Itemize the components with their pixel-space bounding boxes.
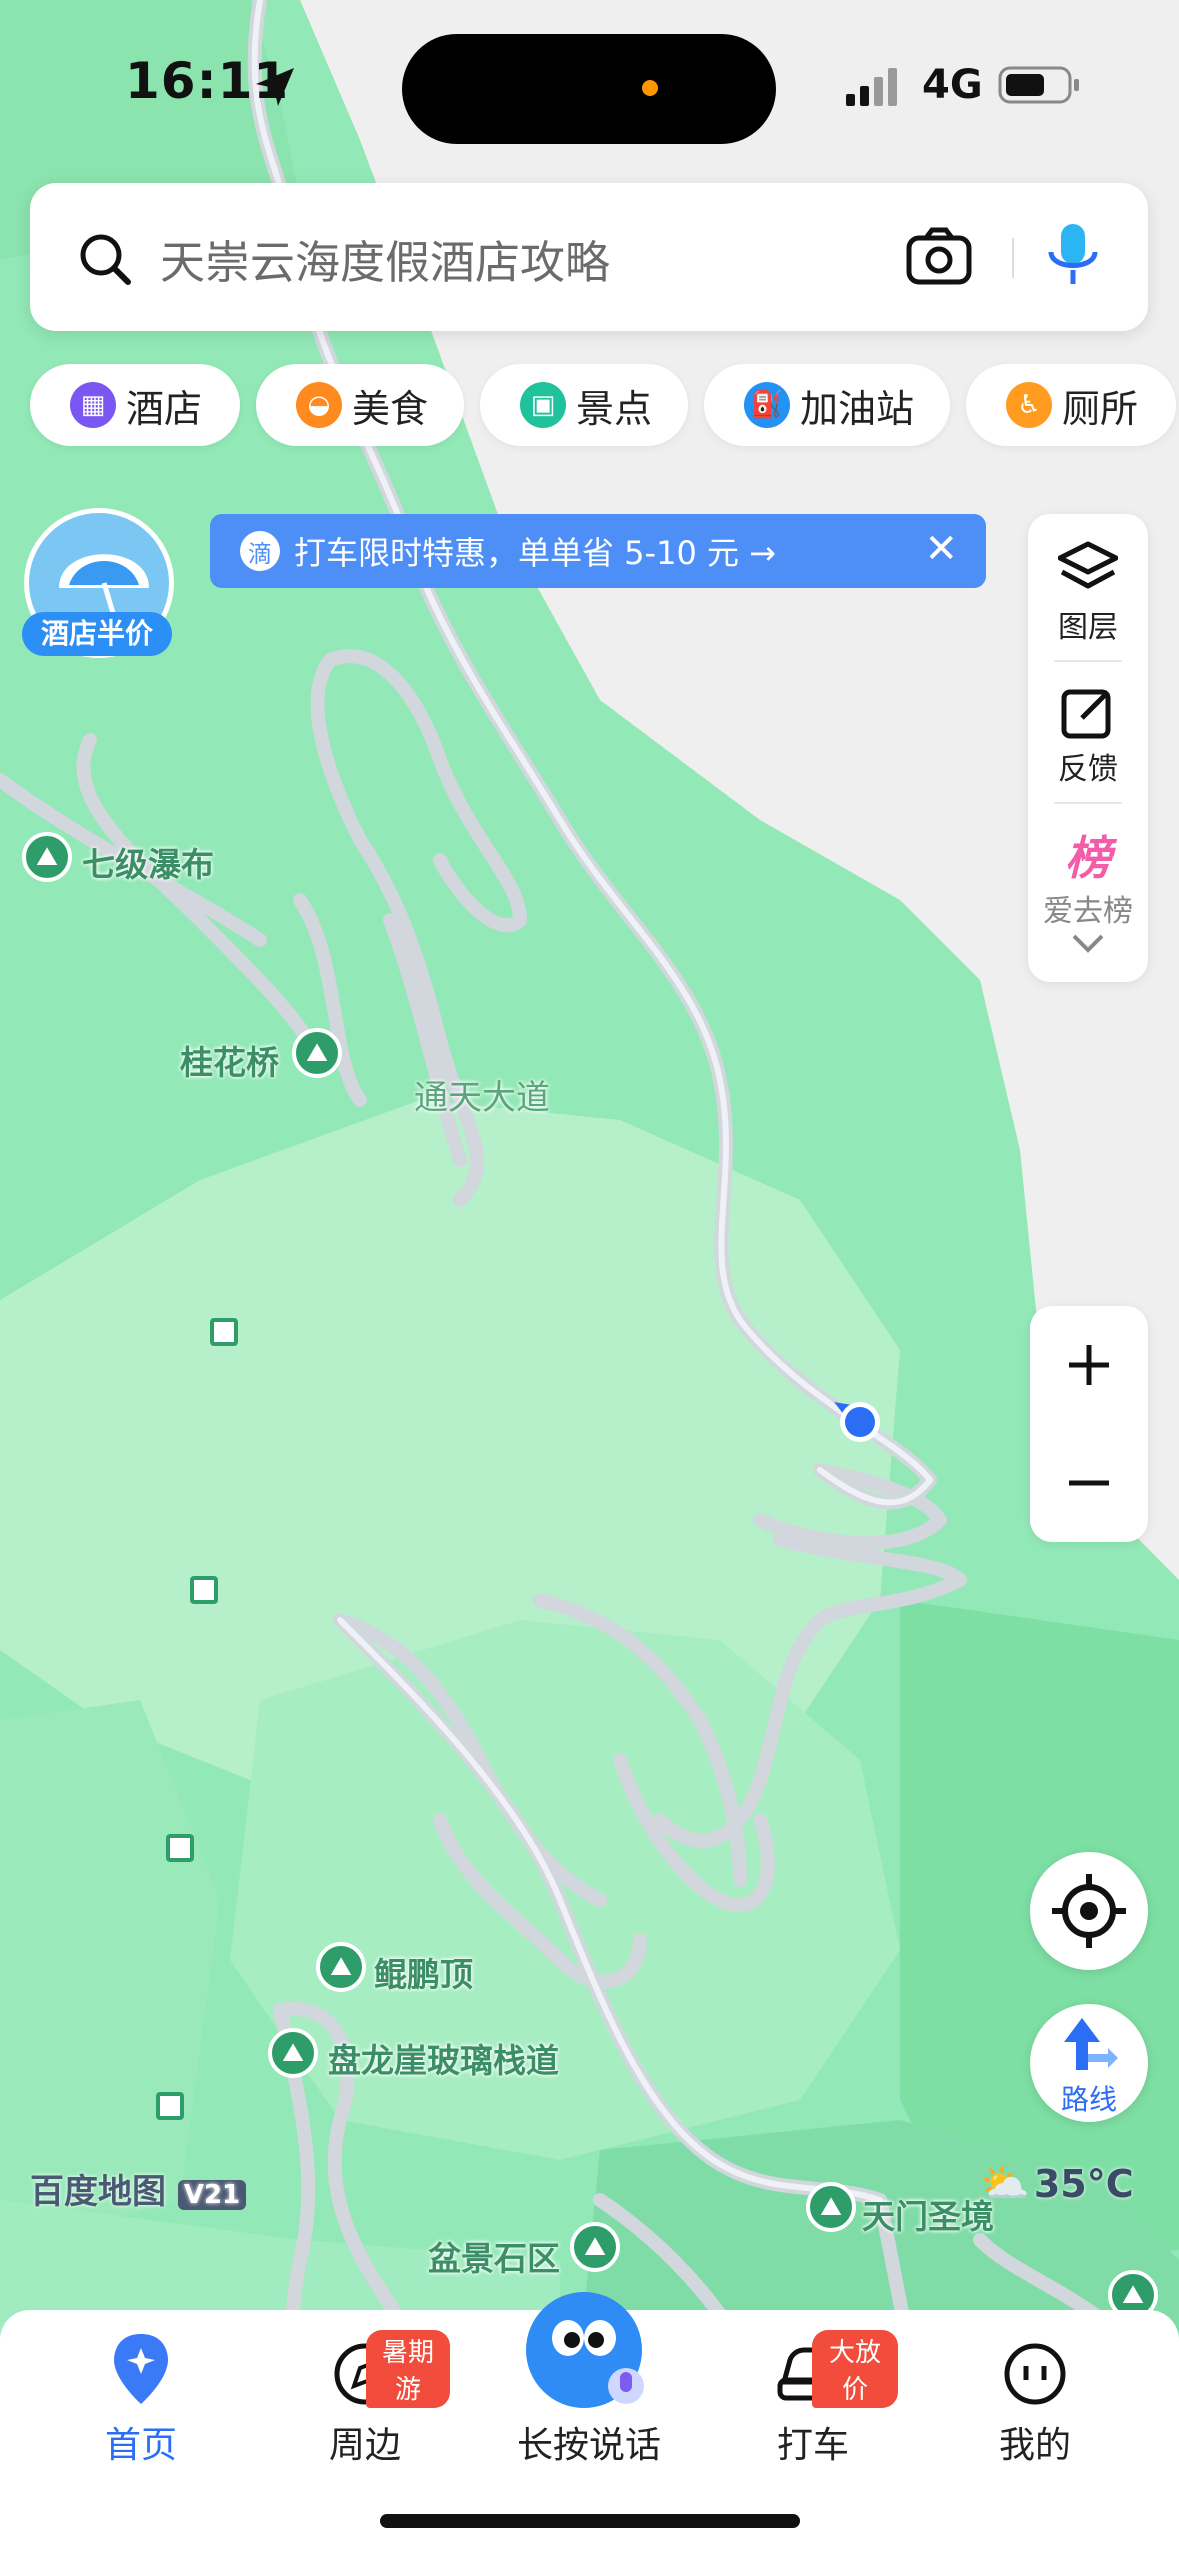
weather-widget[interactable]: ⛅ 35°C (980, 2160, 1134, 2207)
cloud-sun-icon: ⛅ (980, 2161, 1030, 2207)
minus-icon (1069, 1480, 1109, 1486)
nav-taxi-label: 打车 (776, 2425, 849, 2466)
cable-car-icon[interactable] (210, 1318, 238, 1346)
divider (1054, 660, 1122, 662)
scenic-pin-icon[interactable]: ⛰ (316, 1942, 366, 1992)
route-label: 路线 (1060, 2083, 1117, 2116)
toilet-icon: ♿ (1006, 382, 1052, 428)
home-indicator (380, 2514, 800, 2528)
location-arrow-icon (252, 64, 298, 114)
poi-label[interactable]: 盘龙崖玻璃栈道 (328, 2034, 559, 2082)
food-icon: ◒ (296, 382, 342, 428)
signal-icon (846, 66, 902, 110)
chip-food[interactable]: ◒ 美食 (256, 364, 464, 446)
map-branding: 百度地图 V21 (30, 2164, 247, 2213)
search-input[interactable]: 天崇云海度假酒店攻略 (160, 226, 610, 291)
battery-icon (998, 64, 1082, 110)
chip-label: 厕所 (1062, 386, 1139, 431)
home-pin-icon (114, 2334, 168, 2404)
banner-text: 打车限时特惠，单单省 5-10 元 → (294, 534, 776, 572)
divider (1054, 802, 1122, 804)
chevron-down-icon[interactable] (1070, 932, 1106, 960)
poi-label[interactable]: 桂花桥 (180, 1036, 279, 1084)
voice-assistant-avatar (526, 2292, 644, 2408)
poi-label[interactable]: 七级瀑布 (82, 838, 214, 886)
plus-icon (1069, 1345, 1109, 1385)
road-label: 通天大道 (414, 1078, 550, 1118)
chip-label: 加油站 (800, 386, 915, 431)
chip-label: 酒店 (126, 386, 203, 431)
scenic-pin-icon[interactable]: ⛰ (268, 2028, 318, 2078)
microphone-icon[interactable] (1046, 222, 1100, 292)
ranking-label[interactable]: 爱去榜 (1028, 886, 1148, 930)
brand-name: 百度地图 (30, 2172, 166, 2212)
zoom-out-button[interactable] (1030, 1424, 1148, 1542)
nav-voice[interactable]: 长按说话 (504, 2260, 674, 2466)
layers-label[interactable]: 图层 (1028, 602, 1148, 646)
feedback-label[interactable]: 反馈 (1028, 744, 1148, 788)
locate-button[interactable] (1030, 1852, 1148, 1970)
route-arrow-icon (1064, 2018, 1118, 2070)
poi-label[interactable]: 天门圣境 (862, 2190, 994, 2238)
profile-face-icon (1004, 2343, 1066, 2405)
network-type: 4G (922, 62, 983, 108)
taxi-logo-icon: 滴 (240, 531, 280, 571)
user-location-marker (834, 1396, 884, 1446)
chip-gas-station[interactable]: ⛽ 加油站 (704, 364, 950, 446)
temperature: 35°C (1033, 2161, 1134, 2206)
taxi-promo-banner[interactable]: 滴 打车限时特惠，单单省 5-10 元 → ✕ (210, 514, 986, 588)
scenic-pin-icon[interactable]: ⛰ (806, 2182, 856, 2232)
nearby-badge: 暑期游 (366, 2330, 450, 2408)
cable-car-icon[interactable] (190, 1576, 218, 1604)
crosshair-icon (1052, 1874, 1126, 1948)
promo-badge-label[interactable]: 酒店半价 (22, 612, 172, 656)
dynamic-island (402, 34, 776, 144)
chip-hotel[interactable]: ▦ 酒店 (30, 364, 240, 446)
cable-car-icon[interactable] (156, 2092, 184, 2120)
nav-mine[interactable]: 我的 (950, 2330, 1120, 2466)
layers-icon[interactable] (1057, 540, 1119, 596)
zoom-in-button[interactable] (1030, 1306, 1148, 1424)
scenic-icon: ▣ (520, 382, 566, 428)
taxi-badge: 大放价 (812, 2330, 898, 2408)
scenic-pin-icon[interactable]: ⛰ (22, 832, 72, 882)
nav-home[interactable]: 首页 (56, 2330, 226, 2466)
chip-scenic[interactable]: ▣ 景点 (480, 364, 688, 446)
divider (1012, 238, 1014, 278)
cable-car-icon[interactable] (166, 1834, 194, 1862)
nav-mine-label: 我的 (998, 2425, 1071, 2466)
poi-label[interactable]: 鲲鹏顶 (374, 1948, 473, 1996)
chip-label: 景点 (576, 386, 653, 431)
chip-toilet[interactable]: ♿ 厕所 (966, 364, 1176, 446)
map-tools-panel: 图层 反馈 榜 爱去榜 (1028, 514, 1148, 982)
ranking-badge-icon[interactable]: 榜 (1054, 822, 1122, 888)
zoom-controls (1030, 1306, 1148, 1542)
camera-icon[interactable] (906, 226, 972, 290)
nav-nearby-label: 周边 (328, 2425, 401, 2466)
nav-nearby[interactable]: 周边 暑期游 (280, 2330, 450, 2466)
chip-label: 美食 (352, 386, 429, 431)
nav-taxi[interactable]: 打车 大放价 (728, 2330, 898, 2466)
feedback-icon[interactable] (1060, 684, 1116, 744)
route-button[interactable]: 路线 (1030, 2004, 1148, 2122)
search-icon (78, 232, 132, 290)
close-icon[interactable]: ✕ (924, 526, 958, 572)
version-badge: V21 (177, 2180, 247, 2210)
hotel-icon: ▦ (70, 382, 116, 428)
nav-home-label: 首页 (104, 2425, 177, 2466)
nav-voice-label: 长按说话 (516, 2425, 661, 2466)
scenic-pin-icon[interactable]: ⛰ (292, 1028, 342, 1078)
gas-station-icon: ⛽ (744, 382, 790, 428)
mic-indicator (642, 80, 658, 96)
